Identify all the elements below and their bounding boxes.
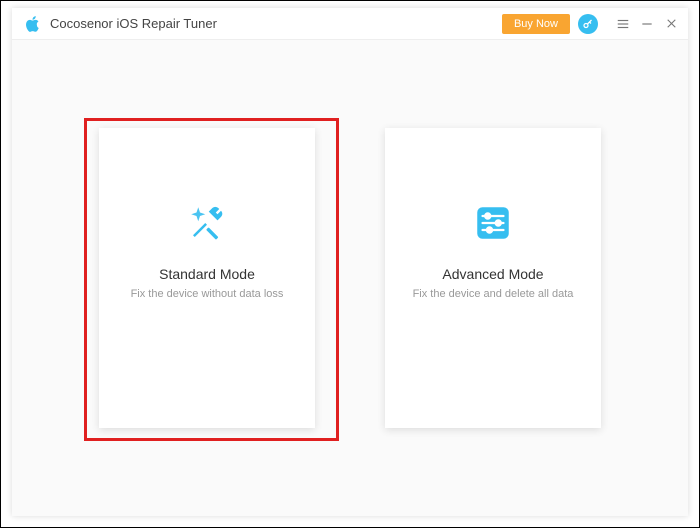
- title-bar: Cocosenor iOS Repair Tuner Buy Now: [12, 8, 688, 40]
- tools-icon: [186, 202, 228, 244]
- buy-now-button[interactable]: Buy Now: [502, 14, 570, 34]
- standard-mode-card[interactable]: Standard Mode Fix the device without dat…: [99, 128, 315, 428]
- close-button[interactable]: [662, 17, 680, 30]
- sliders-icon: [472, 202, 514, 244]
- key-icon[interactable]: [578, 14, 598, 34]
- advanced-mode-desc: Fix the device and delete all data: [413, 288, 574, 300]
- standard-mode-desc: Fix the device without data loss: [131, 288, 284, 300]
- minimize-button[interactable]: [638, 17, 656, 31]
- apple-logo-icon: [24, 15, 42, 33]
- app-title: Cocosenor iOS Repair Tuner: [50, 16, 502, 31]
- advanced-mode-title: Advanced Mode: [442, 266, 543, 282]
- content-area: Standard Mode Fix the device without dat…: [12, 40, 688, 516]
- standard-mode-title: Standard Mode: [159, 266, 255, 282]
- app-window: Cocosenor iOS Repair Tuner Buy Now Stand…: [12, 8, 688, 516]
- menu-icon[interactable]: [614, 17, 632, 31]
- advanced-mode-card[interactable]: Advanced Mode Fix the device and delete …: [385, 128, 601, 428]
